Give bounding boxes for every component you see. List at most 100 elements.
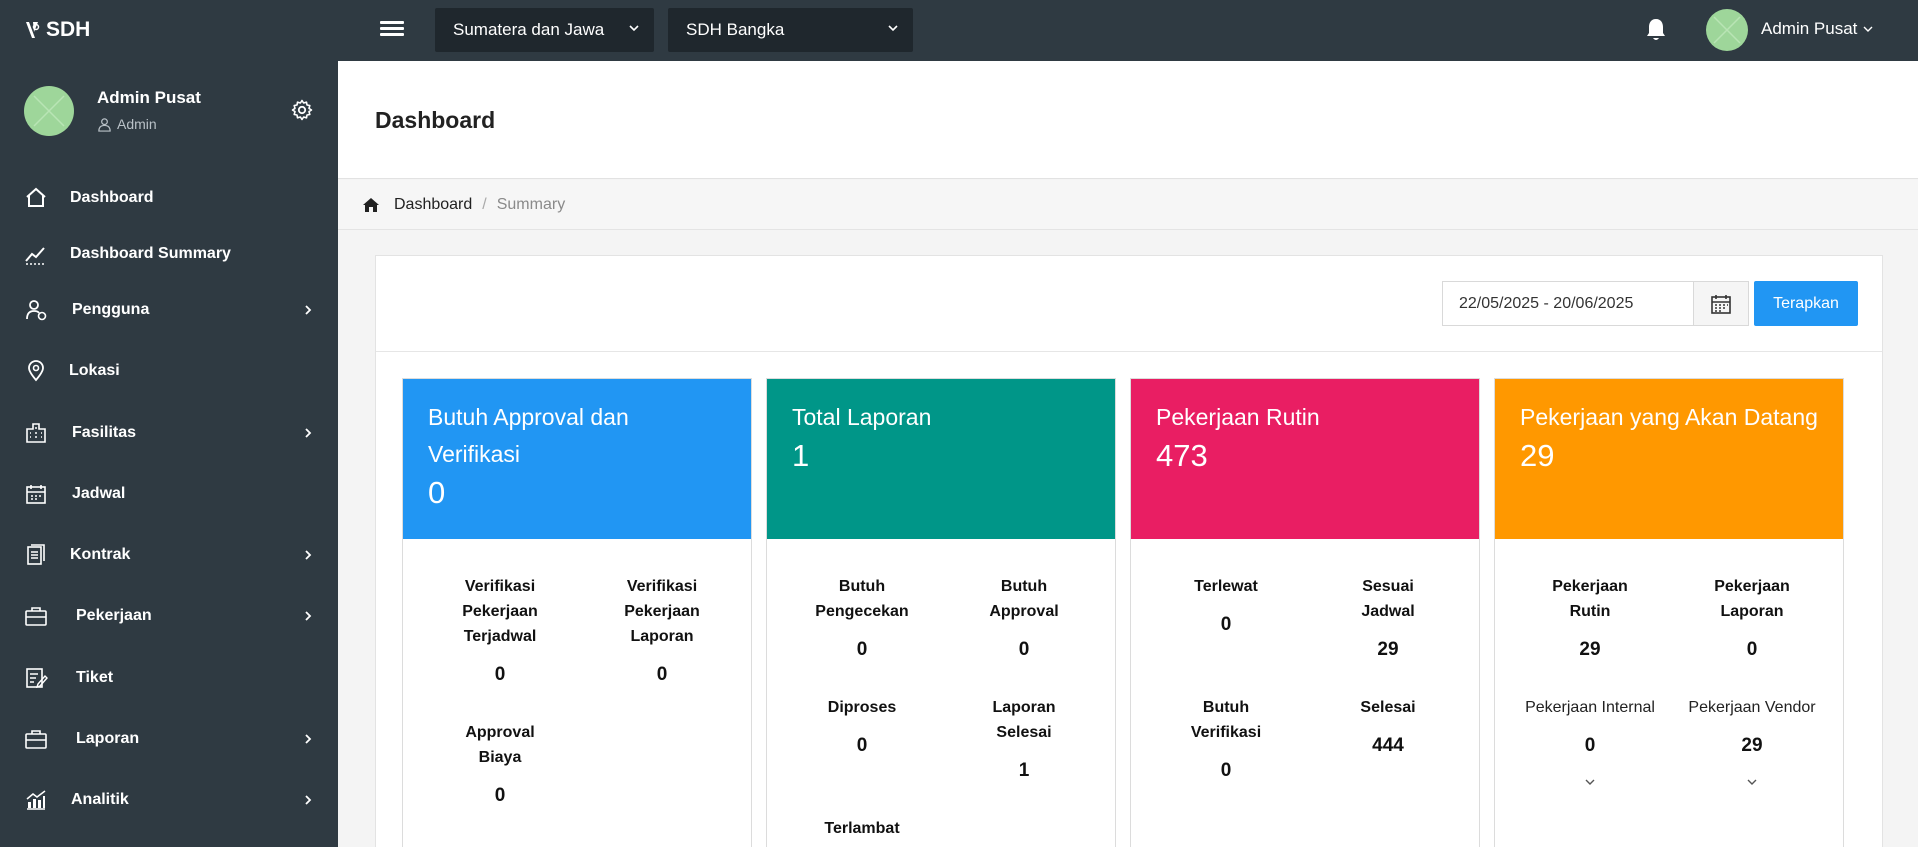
stat-item[interactable]: Butuh Pengecekan 0 — [797, 574, 927, 661]
date-range-input[interactable]: 22/05/2025 - 20/06/2025 — [1442, 281, 1694, 326]
top-navbar: SDH Sumatera dan Jawa SDH Bangka Admin P… — [0, 0, 1918, 61]
card-pekerjaan-akan-datang: Pekerjaan yang Akan Datang 29 Pekerjaan … — [1494, 378, 1844, 847]
stat-label: Verifikasi Pekerjaan Laporan — [624, 578, 700, 645]
stat-item[interactable]: Butuh Verifikasi 0 — [1161, 695, 1291, 782]
sidebar-item-pekerjaan[interactable]: Pekerjaan — [0, 591, 338, 641]
sidebar-item-lokasi[interactable]: Lokasi — [0, 346, 338, 396]
user-role-icon — [98, 117, 111, 132]
date-range-value: 22/05/2025 - 20/06/2025 — [1459, 294, 1634, 312]
home-icon — [26, 187, 46, 207]
stat-label: Butuh Approval — [989, 578, 1059, 620]
card-pekerjaan-rutin: Pekerjaan Rutin 473 Terlewat 0 Sesuai Ja… — [1130, 378, 1480, 847]
chevron-right-icon — [305, 734, 312, 744]
sidebar-item-dashboard-summary[interactable]: Dashboard Summary — [0, 229, 338, 279]
building-icon — [26, 423, 46, 443]
stat-item[interactable]: Terlambat — [797, 816, 927, 841]
sidebar-item-label: Dashboard — [70, 189, 154, 206]
gear-icon[interactable] — [290, 98, 314, 122]
stat-item[interactable]: Pekerjaan Laporan 0 — [1687, 574, 1817, 661]
chevron-down-icon[interactable] — [1583, 775, 1597, 789]
user-avatar[interactable] — [1706, 9, 1748, 51]
card-title: Pekerjaan yang Akan Datang — [1520, 404, 1818, 430]
stat-item[interactable]: Verifikasi Pekerjaan Terjadwal 0 — [435, 574, 565, 686]
stat-item[interactable]: Butuh Approval 0 — [959, 574, 1089, 661]
site-select[interactable]: SDH Bangka — [668, 8, 913, 52]
stat-item[interactable]: Pekerjaan Rutin 29 — [1525, 574, 1655, 661]
logo-mark-icon — [26, 22, 40, 38]
card-header[interactable]: Total Laporan 1 — [767, 379, 1115, 539]
location-icon — [28, 360, 44, 382]
notification-bell-icon[interactable] — [1644, 17, 1668, 43]
sidebar: Admin Pusat Admin Dashboard Dashboard Su… — [0, 61, 338, 847]
stat-item[interactable]: Laporan Selesai 1 — [959, 695, 1089, 782]
menu-toggle-icon[interactable] — [380, 18, 404, 42]
page-title: Dashboard — [375, 107, 496, 133]
stat-value: 0 — [494, 664, 506, 685]
stat-value: 0 — [1018, 639, 1030, 660]
stat-label: Pekerjaan Internal — [1525, 699, 1655, 716]
stat-value: 0 — [656, 664, 668, 685]
summary-panel: 22/05/2025 - 20/06/2025 Terapkan Butuh A… — [375, 255, 1883, 847]
filter-bar: 22/05/2025 - 20/06/2025 Terapkan — [376, 256, 1882, 352]
sidebar-item-laporan[interactable]: Laporan — [0, 714, 338, 764]
home-icon[interactable] — [362, 196, 380, 214]
stat-item[interactable]: Terlewat 0 — [1161, 574, 1291, 636]
stat-value: 29 — [1377, 639, 1399, 660]
stat-value: 1 — [1018, 760, 1030, 781]
app-logo[interactable]: SDH — [24, 16, 90, 44]
card-header[interactable]: Pekerjaan yang Akan Datang 29 — [1495, 379, 1843, 539]
region-select[interactable]: Sumatera dan Jawa — [435, 8, 654, 52]
stat-item[interactable]: Pekerjaan Internal 0 — [1525, 695, 1655, 789]
sidebar-item-dashboard[interactable]: Dashboard — [0, 173, 338, 223]
stat-item[interactable]: Diproses 0 — [797, 695, 927, 757]
sidebar-item-kontrak[interactable]: Kontrak — [0, 530, 338, 580]
chevron-down-icon[interactable] — [1862, 23, 1874, 35]
sidebar-item-fasilitas[interactable]: Fasilitas — [0, 408, 338, 458]
chevron-right-icon — [305, 428, 312, 438]
stat-item[interactable]: Verifikasi Pekerjaan Laporan 0 — [597, 574, 727, 686]
card-value: 473 — [1156, 438, 1208, 473]
sidebar-item-label: Dashboard Summary — [70, 245, 231, 262]
stat-label: Pekerjaan Vendor — [1688, 699, 1816, 716]
sidebar-item-label: Analitik — [71, 791, 129, 808]
sidebar-item-analitik[interactable]: Analitik — [0, 775, 338, 825]
sidebar-item-label: Pengguna — [72, 301, 150, 318]
card-approval-verifikasi: Butuh Approval dan Verifikasi 0 Verifika… — [402, 378, 752, 847]
stat-value: 0 — [494, 785, 506, 806]
stat-item[interactable]: Selesai 444 — [1323, 695, 1453, 757]
card-header[interactable]: Butuh Approval dan Verifikasi 0 — [403, 379, 751, 539]
breadcrumb-link[interactable]: Dashboard — [394, 196, 472, 214]
ticket-icon — [26, 668, 48, 689]
stat-value: 0 — [1746, 639, 1758, 660]
calendar-icon — [1711, 294, 1731, 314]
chevron-down-icon — [629, 25, 639, 32]
analytics-icon — [26, 790, 46, 810]
sidebar-item-label: Laporan — [76, 730, 140, 747]
sidebar-item-label: Lokasi — [69, 362, 120, 379]
sidebar-item-pengguna[interactable]: Pengguna — [0, 285, 338, 335]
stat-value: 0 — [856, 735, 868, 756]
user-menu-name[interactable]: Admin Pusat — [1761, 19, 1857, 39]
calendar-button[interactable] — [1693, 281, 1749, 326]
sidebar-item-tiket[interactable]: Tiket — [0, 653, 338, 703]
stat-value: 0 — [1220, 614, 1232, 635]
sidebar-item-label: Pekerjaan — [76, 607, 152, 624]
apply-button[interactable]: Terapkan — [1754, 281, 1858, 326]
card-total-laporan: Total Laporan 1 Butuh Pengecekan 0 Butuh… — [766, 378, 1116, 847]
card-header[interactable]: Pekerjaan Rutin 473 — [1131, 379, 1479, 539]
stat-item[interactable]: Pekerjaan Vendor 29 — [1687, 695, 1817, 789]
logo-text: SDH — [46, 18, 91, 41]
chevron-right-icon — [305, 795, 312, 805]
stat-label: Pekerjaan Rutin — [1552, 578, 1628, 620]
region-select-value: Sumatera dan Jawa — [453, 20, 605, 39]
sidebar-item-jadwal[interactable]: Jadwal — [0, 469, 338, 519]
card-value: 29 — [1520, 438, 1555, 473]
stat-label: Sesuai Jadwal — [1361, 578, 1415, 620]
chevron-down-icon[interactable] — [1745, 775, 1759, 789]
stat-item[interactable]: Sesuai Jadwal 29 — [1323, 574, 1453, 661]
breadcrumb-separator: / — [482, 195, 487, 213]
sidebar-item-label: Jadwal — [72, 485, 126, 502]
stat-label: Butuh Verifikasi — [1190, 699, 1262, 741]
stat-item[interactable]: Approval Biaya 0 — [435, 720, 565, 807]
stat-label: Diproses — [827, 699, 897, 716]
